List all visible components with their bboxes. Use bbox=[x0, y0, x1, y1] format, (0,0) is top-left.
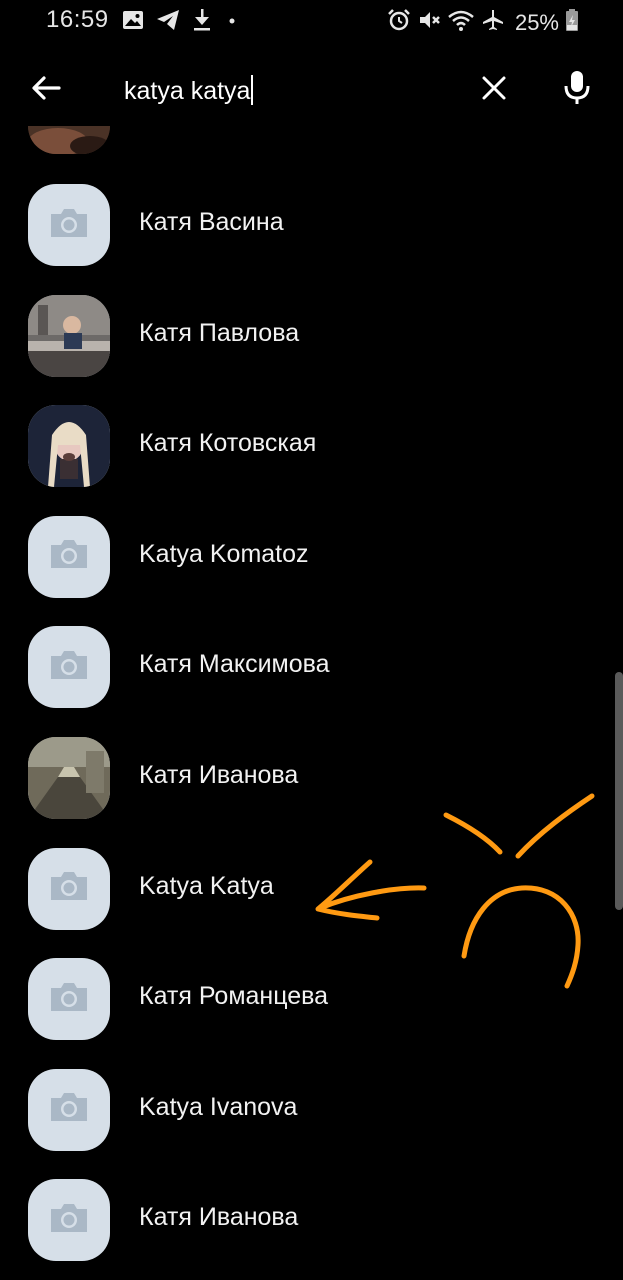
battery-icon bbox=[565, 8, 579, 37]
contact-name: Катя Котовская bbox=[139, 429, 317, 458]
avatar bbox=[28, 958, 110, 1041]
avatar bbox=[28, 184, 110, 266]
list-item[interactable]: Катя Иванова bbox=[0, 1165, 623, 1275]
search-query-text: katya katya bbox=[124, 77, 251, 105]
contact-name: Катя Романцева bbox=[139, 982, 329, 1011]
wifi-icon bbox=[447, 8, 475, 37]
clear-search-button[interactable] bbox=[472, 68, 516, 112]
arrow-left-icon bbox=[31, 75, 61, 106]
list-item[interactable]: Katya Katya bbox=[0, 834, 623, 944]
avatar bbox=[28, 847, 110, 930]
list-item[interactable]: Катя Павлова bbox=[0, 281, 623, 391]
list-item[interactable]: Katya Ivanova bbox=[0, 1055, 623, 1165]
status-notification-icons bbox=[122, 8, 240, 37]
status-time: 16:59 bbox=[46, 6, 109, 33]
status-bar: 16:59 25% bbox=[0, 0, 623, 44]
list-item[interactable]: Katya Komatoz bbox=[0, 502, 623, 612]
voice-search-button[interactable] bbox=[554, 66, 600, 114]
camera-icon bbox=[47, 537, 91, 576]
close-icon bbox=[481, 75, 507, 106]
avatar bbox=[28, 126, 110, 154]
contact-name: Катя Иванова bbox=[139, 761, 299, 789]
camera-icon bbox=[47, 1201, 91, 1240]
airplane-icon bbox=[481, 8, 505, 37]
contact-name: Катя Васина bbox=[139, 208, 284, 236]
scrollbar[interactable] bbox=[615, 672, 623, 910]
image-icon bbox=[122, 9, 144, 36]
avatar bbox=[28, 737, 110, 819]
list-item[interactable]: Катя Котовская bbox=[0, 391, 623, 501]
avatar bbox=[28, 515, 110, 598]
avatar bbox=[28, 1179, 110, 1262]
contact-name: Katya Komatoz bbox=[139, 539, 309, 568]
microphone-icon bbox=[563, 70, 591, 111]
contact-name: Катя Иванова bbox=[139, 1203, 299, 1232]
dot-icon bbox=[224, 9, 240, 36]
mute-icon bbox=[417, 8, 441, 37]
telegram-icon bbox=[156, 9, 180, 36]
status-system-icons: 25% bbox=[387, 8, 579, 37]
back-button[interactable] bbox=[22, 68, 70, 112]
avatar bbox=[28, 405, 110, 488]
camera-icon bbox=[47, 869, 91, 908]
text-caret bbox=[251, 75, 254, 106]
search-input[interactable]: katya katya bbox=[124, 72, 454, 110]
battery-percent: 25% bbox=[514, 9, 559, 35]
contact-name: Катя Максимова bbox=[139, 650, 330, 679]
camera-icon bbox=[47, 648, 91, 687]
search-results-list[interactable]: Катя Васина Катя Павлова Катя Котовская Kat… bbox=[0, 126, 623, 1280]
download-icon bbox=[192, 8, 212, 37]
list-item[interactable]: Катя Максимова bbox=[0, 612, 623, 722]
list-item[interactable]: Катя Васина bbox=[0, 170, 623, 280]
list-item[interactable]: Катя Иванова bbox=[0, 723, 623, 833]
contact-name: Katya Katya bbox=[139, 871, 274, 900]
list-item[interactable]: Катя Романцева bbox=[0, 944, 623, 1054]
search-bar: katya katya bbox=[0, 54, 623, 126]
camera-icon bbox=[47, 206, 91, 245]
avatar bbox=[28, 626, 110, 709]
camera-icon bbox=[47, 1090, 91, 1129]
camera-icon bbox=[47, 980, 91, 1019]
avatar bbox=[28, 1068, 110, 1151]
alarm-icon bbox=[387, 8, 411, 37]
contact-name: Катя Павлова bbox=[139, 318, 300, 347]
avatar bbox=[28, 294, 110, 377]
contact-name: Katya Ivanova bbox=[139, 1092, 298, 1121]
